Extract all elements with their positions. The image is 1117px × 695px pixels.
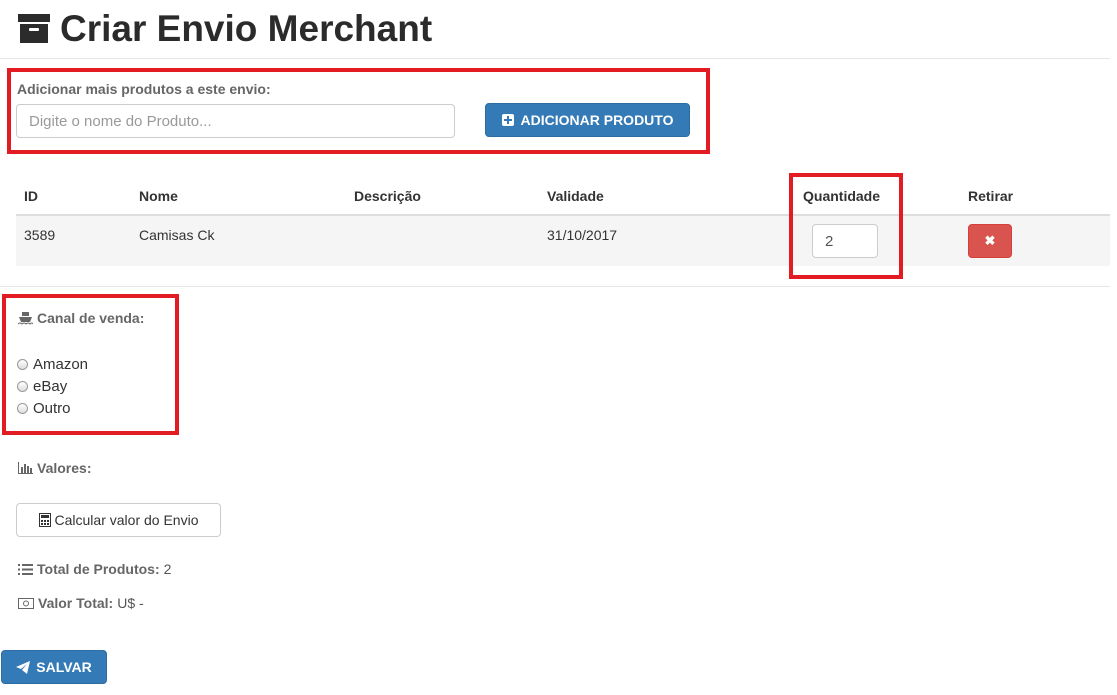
col-header-id: ID <box>24 188 38 204</box>
col-header-nome: Nome <box>139 188 178 204</box>
cell-id: 3589 <box>24 227 56 243</box>
col-header-validade: Validade <box>547 188 604 204</box>
values-label-text: Valores: <box>37 460 92 476</box>
add-product-button-label: ADICIONAR PRODUTO <box>520 112 674 128</box>
radio-button[interactable] <box>17 403 28 414</box>
sales-channel-label-text: Canal de venda: <box>37 310 145 326</box>
archive-icon <box>18 14 50 44</box>
radio-label: Outro <box>33 400 71 417</box>
radio-option-amazon[interactable]: Amazon <box>17 356 88 373</box>
divider <box>0 58 1110 59</box>
divider <box>0 286 1110 287</box>
money-icon <box>18 597 34 609</box>
times-icon: ✖ <box>984 233 996 248</box>
product-search-input[interactable] <box>16 104 455 138</box>
values-label: Valores: <box>18 460 91 476</box>
total-value-label: Valor Total: <box>38 595 114 611</box>
cell-nome: Camisas Ck <box>139 227 215 243</box>
calculator-icon <box>38 513 51 527</box>
sales-channel-label: Canal de venda: <box>18 310 144 326</box>
remove-product-button[interactable]: ✖ <box>968 224 1012 258</box>
page-title-text: Criar Envio Merchant <box>60 8 433 49</box>
radio-label: Amazon <box>33 356 89 373</box>
plus-square-icon <box>501 114 514 126</box>
total-products-label: Total de Produtos: <box>37 561 160 577</box>
add-product-label: Adicionar mais produtos a este envio: <box>17 81 271 97</box>
ship-icon <box>18 312 33 325</box>
col-header-descricao: Descrição <box>354 188 421 204</box>
total-products-value: 2 <box>163 561 172 577</box>
col-header-retirar: Retirar <box>968 188 1014 204</box>
calculate-shipping-button-label: Calcular valor do Envio <box>54 512 199 528</box>
radio-option-ebay[interactable]: eBay <box>17 378 67 395</box>
add-product-button[interactable]: ADICIONAR PRODUTO <box>485 103 690 137</box>
radio-option-outro[interactable]: Outro <box>17 400 71 417</box>
paper-plane-icon <box>16 660 31 674</box>
radio-label: eBay <box>33 378 68 395</box>
total-value-value: U$ - <box>117 595 144 611</box>
list-ol-icon <box>18 563 33 575</box>
page-title: Criar Envio Merchant <box>18 8 432 50</box>
radio-button[interactable] <box>17 381 28 392</box>
cell-validade: 31/10/2017 <box>547 227 618 243</box>
radio-button[interactable] <box>17 359 28 370</box>
bar-chart-icon <box>18 462 33 474</box>
save-button-label: SALVAR <box>36 659 92 675</box>
highlight-box-quantity <box>789 173 903 279</box>
total-value: Valor Total: U$ - <box>18 595 144 611</box>
calculate-shipping-button[interactable]: Calcular valor do Envio <box>16 503 221 537</box>
save-button[interactable]: SALVAR <box>1 650 107 684</box>
total-products: Total de Produtos: 2 <box>18 561 171 577</box>
